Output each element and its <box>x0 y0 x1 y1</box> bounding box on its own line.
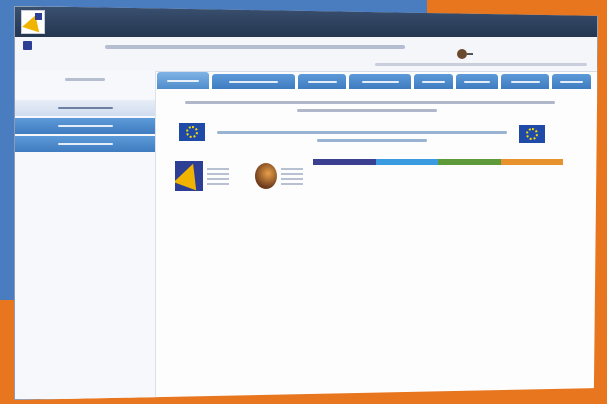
color-bar-segment-2 <box>375 159 438 165</box>
color-bar-segment-1 <box>313 159 376 165</box>
tab-6[interactable] <box>455 74 499 89</box>
header-logo-icon <box>23 41 32 50</box>
tab-7[interactable] <box>501 74 550 89</box>
sidebar-item-1[interactable] <box>15 100 155 116</box>
tab-2[interactable] <box>212 74 296 89</box>
app-window <box>14 6 598 400</box>
color-bar-segment-3 <box>438 159 501 165</box>
sidebar <box>15 71 156 399</box>
sidebar-item-2[interactable] <box>15 118 155 134</box>
tab-bar <box>157 72 591 89</box>
main-content <box>157 91 591 399</box>
tab-4[interactable] <box>349 74 412 89</box>
agency-logo-icon <box>255 163 277 189</box>
user-icon[interactable] <box>457 49 473 59</box>
agency-logo-caption <box>281 165 303 188</box>
tab-1[interactable] <box>157 72 210 89</box>
ministry-logo-caption <box>207 165 229 188</box>
funding-line-2 <box>317 139 427 142</box>
tab-5[interactable] <box>414 74 453 89</box>
welcome-line-1 <box>185 101 555 104</box>
eu-flag-icon <box>519 125 545 143</box>
header-heading <box>105 45 405 49</box>
sidebar-item-3[interactable] <box>15 136 155 152</box>
funding-line-1 <box>217 131 507 134</box>
tab-8[interactable] <box>552 74 591 89</box>
tab-3[interactable] <box>298 74 347 89</box>
app-logo-icon <box>21 10 45 34</box>
sidebar-heading <box>23 78 147 96</box>
ministry-logo-icon <box>175 161 203 191</box>
header-subline <box>375 63 587 66</box>
welcome-line-2 <box>297 109 437 112</box>
color-bar-segment-4 <box>500 159 563 165</box>
eu-flag-icon <box>179 123 205 141</box>
color-bar <box>313 159 563 165</box>
page-header <box>15 37 597 72</box>
